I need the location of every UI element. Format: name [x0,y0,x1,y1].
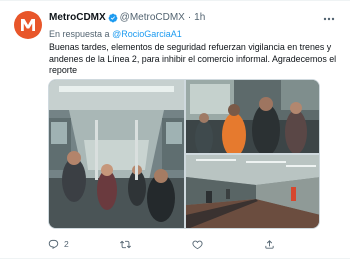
tweet-actions: 2 [48,237,320,251]
handle[interactable]: @MetroCDMX [120,10,185,26]
reply-button[interactable]: 2 [48,237,69,251]
reply-icon [48,239,59,249]
verified-badge-icon [108,13,118,23]
more-options-icon [323,17,335,21]
reply-prefix: En respuesta a [49,29,110,39]
photo-security-staff[interactable] [186,80,319,153]
retweet-button[interactable] [120,237,136,251]
photo-train-interior[interactable] [49,80,184,228]
media-grid [48,79,320,229]
metro-logo-icon [17,14,39,36]
tweet-card[interactable]: MetroCDMX @MetroCDMX · 1h En respuesta a… [0,0,350,259]
reply-context: En respuesta a @RocioGarciaA1 [49,28,338,40]
share-button[interactable] [264,237,280,251]
share-icon [265,239,274,249]
tweet-header: MetroCDMX @MetroCDMX · 1h [49,10,338,26]
like-icon [192,240,203,249]
photo-station-platform[interactable] [186,155,319,228]
more-options-button[interactable] [322,13,336,25]
display-name[interactable]: MetroCDMX [49,10,106,26]
timestamp[interactable]: 1h [194,10,205,26]
separator-dot: · [187,12,192,23]
reply-count: 2 [64,239,69,249]
retweet-icon [120,240,131,248]
reply-mention-link[interactable]: @RocioGarciaA1 [112,29,182,39]
tweet-content: MetroCDMX @MetroCDMX · 1h En respuesta a… [49,10,338,77]
tweet-text: Buenas tardes, elementos de seguridad re… [49,42,337,75]
like-button[interactable] [192,237,208,251]
avatar[interactable] [14,11,42,39]
